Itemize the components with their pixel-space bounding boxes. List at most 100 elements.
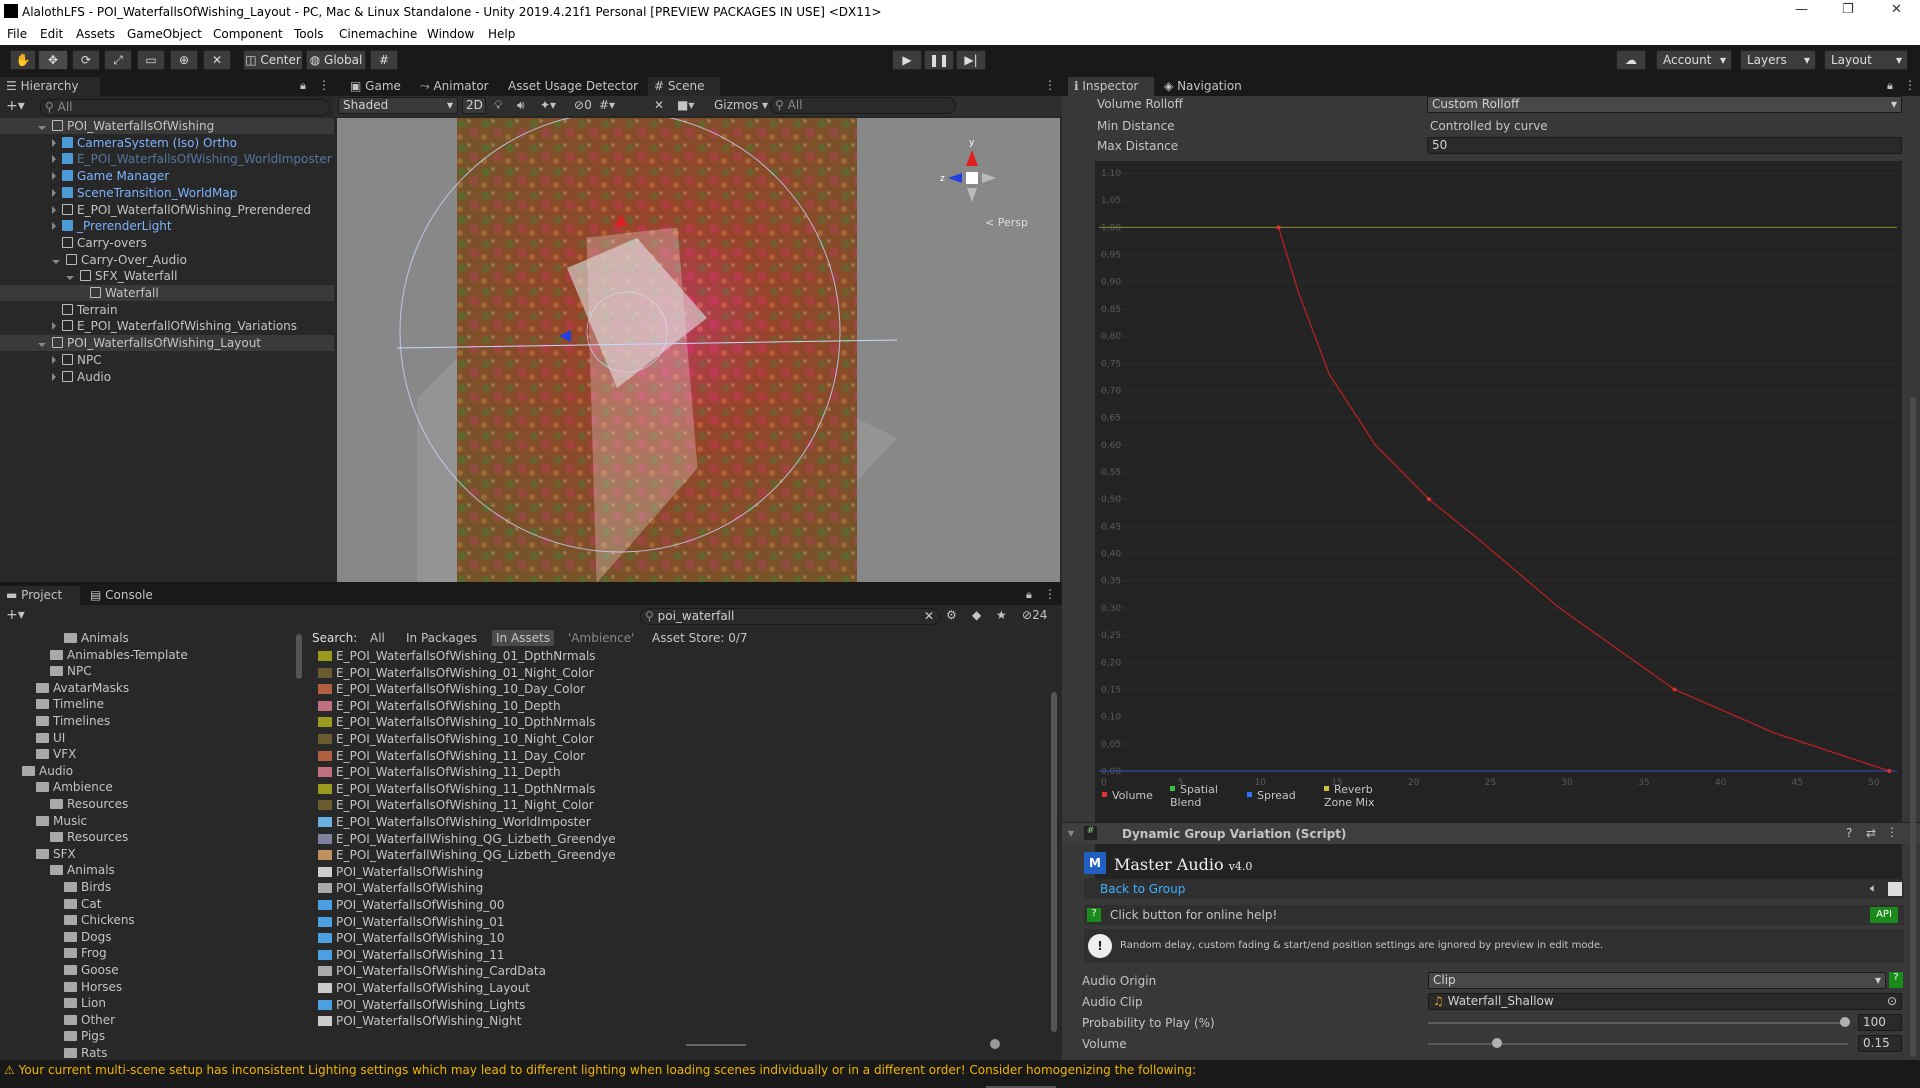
- gizmo-x-cone[interactable]: [982, 173, 996, 183]
- asset-result-item[interactable]: E_POI_WaterfallsOfWishing_10_Night_Color: [318, 731, 594, 747]
- project-folder-item[interactable]: Chickens: [64, 912, 135, 928]
- curve-keyframe[interactable]: [1887, 769, 1892, 773]
- back-to-group-link[interactable]: Back to Group: [1100, 882, 1185, 896]
- project-folder-item[interactable]: Goose: [64, 962, 119, 978]
- project-folder-item[interactable]: Animals: [50, 862, 115, 878]
- scope-ambience[interactable]: 'Ambience': [568, 631, 634, 645]
- legend-item[interactable]: Reverb Zone Mix: [1324, 783, 1388, 809]
- lighting-toggle-icon[interactable]: 💡︎: [494, 98, 502, 113]
- maximize-button[interactable]: ❐: [1842, 2, 1854, 17]
- asset-result-item[interactable]: E_POI_WaterfallsOfWishing_11_Day_Color: [318, 748, 585, 764]
- expand-arrow-right-icon[interactable]: [52, 138, 56, 147]
- favorite-star-icon[interactable]: ★: [996, 608, 1007, 622]
- hand-tool-button[interactable]: ✋: [10, 50, 36, 70]
- asset-result-item[interactable]: E_POI_WaterfallWishing_QG_Lizbeth_Greend…: [318, 831, 616, 847]
- asset-result-item[interactable]: POI_WaterfallsOfWishing_00: [318, 897, 504, 913]
- expand-arrow-right-icon[interactable]: [52, 205, 56, 214]
- presets-icon[interactable]: ⇄: [1866, 826, 1876, 840]
- hierarchy-item[interactable]: E_POI_WaterfallOfWishing_Prerendered: [0, 202, 334, 218]
- create-button[interactable]: +▾: [6, 98, 25, 114]
- zoom-slider-thumb[interactable]: [990, 1039, 1000, 1049]
- project-folder-item[interactable]: Music: [36, 813, 87, 829]
- expand-arrow-right-icon[interactable]: [52, 188, 56, 197]
- rotate-tool-button[interactable]: ⟳: [72, 50, 100, 70]
- api-button[interactable]: API: [1870, 907, 1898, 923]
- kebab-menu-icon[interactable]: ⋮: [1044, 78, 1056, 92]
- asset-result-item[interactable]: E_POI_WaterfallsOfWishing_01_Night_Color: [318, 665, 594, 681]
- project-search-input[interactable]: ⚲ poi_waterfall ✕: [640, 608, 940, 625]
- grid-toggle-icon[interactable]: #▾: [599, 98, 615, 112]
- gizmo-neg-y-cone[interactable]: [967, 188, 977, 202]
- account-dropdown[interactable]: Account ▾: [1656, 50, 1732, 70]
- tab-inspector[interactable]: ℹ Inspector: [1068, 77, 1154, 96]
- object-picker-icon[interactable]: ⊙: [1887, 994, 1897, 1009]
- expand-arrow-down-icon[interactable]: [38, 343, 46, 348]
- scope-in-assets[interactable]: In Assets: [492, 630, 555, 646]
- project-folder-item[interactable]: VFX: [36, 746, 76, 762]
- expand-arrow-right-icon[interactable]: [52, 355, 56, 364]
- project-folder-item[interactable]: Animables-Template: [50, 647, 188, 663]
- expand-arrow-down-icon[interactable]: [66, 276, 74, 281]
- tab-game[interactable]: ▣ Game: [344, 77, 401, 96]
- audio-origin-help-icon[interactable]: ?: [1889, 972, 1903, 988]
- hierarchy-item[interactable]: Waterfall: [0, 285, 334, 301]
- component-header[interactable]: ▾ # Dynamic Group Variation (Script) ? ⇄…: [1062, 822, 1920, 844]
- gizmos-dropdown[interactable]: Gizmos ▾: [714, 98, 768, 112]
- volume-input[interactable]: 0.15: [1858, 1035, 1902, 1052]
- hierarchy-item[interactable]: SFX_Waterfall: [0, 268, 334, 284]
- create-asset-button[interactable]: +▾: [6, 607, 25, 623]
- asset-result-item[interactable]: POI_WaterfallsOfWishing_CardData: [318, 963, 546, 979]
- expand-arrow-right-icon[interactable]: [52, 322, 56, 331]
- foldout-arrow-icon[interactable]: ▾: [1068, 826, 1074, 840]
- project-folder-item[interactable]: Other: [64, 1012, 115, 1028]
- hidden-objects-toggle[interactable]: ⊘0: [574, 98, 592, 112]
- kebab-menu-icon[interactable]: ⋮: [1044, 587, 1056, 601]
- kebab-menu-icon[interactable]: ⋮: [318, 78, 330, 92]
- asset-result-item[interactable]: POI_WaterfallsOfWishing_Lights: [318, 997, 525, 1013]
- grid-snap-button[interactable]: #: [370, 50, 398, 70]
- space-global-button[interactable]: ◍ Global: [306, 50, 366, 70]
- gizmo-z-cone[interactable]: [948, 173, 962, 183]
- asset-result-item[interactable]: POI_WaterfallsOfWishing_Layout: [318, 980, 530, 996]
- hierarchy-item[interactable]: Terrain: [0, 302, 334, 318]
- volume-slider-track[interactable]: [1428, 1043, 1848, 1045]
- close-button[interactable]: ✕: [1891, 2, 1902, 17]
- asset-result-item[interactable]: POI_WaterfallsOfWishing_Night: [318, 1013, 521, 1029]
- zoom-slider-track[interactable]: [686, 1044, 746, 1046]
- custom-tool-button[interactable]: ✕: [203, 50, 231, 70]
- project-folder-item[interactable]: NPC: [50, 663, 92, 679]
- project-folder-item[interactable]: AvatarMasks: [36, 680, 129, 696]
- asset-result-item[interactable]: E_POI_WaterfallsOfWishing_10_Day_Color: [318, 681, 585, 697]
- hierarchy-item[interactable]: Carry-overs: [0, 235, 334, 251]
- menu-gameobject[interactable]: GameObject: [127, 27, 202, 41]
- speaker-icon[interactable]: 🔈︎: [1870, 881, 1877, 896]
- asset-result-item[interactable]: E_POI_WaterfallWishing_QG_Lizbeth_Greend…: [318, 847, 616, 863]
- hierarchy-item[interactable]: POI_WaterfallsOfWishing: [0, 118, 334, 134]
- asset-result-item[interactable]: E_POI_WaterfallsOfWishing_01_DpthNrmals: [318, 648, 596, 664]
- asset-result-item[interactable]: E_POI_WaterfallsOfWishing_11_Night_Color: [318, 797, 594, 813]
- menu-help[interactable]: Help: [488, 27, 515, 41]
- volume-slider-thumb[interactable]: [1492, 1038, 1502, 1048]
- hierarchy-item[interactable]: POI_WaterfallsOfWishing_Layout: [0, 335, 334, 352]
- kebab-menu-icon[interactable]: ⋮: [1886, 825, 1898, 839]
- hierarchy-item[interactable]: NPC: [0, 352, 334, 368]
- cloud-button[interactable]: ☁: [1616, 50, 1646, 70]
- transform-tool-button[interactable]: ⊕: [170, 50, 198, 70]
- project-folder-item[interactable]: Cat: [64, 896, 101, 912]
- shading-dropdown[interactable]: Shaded ▾: [338, 97, 458, 114]
- tab-hierarchy[interactable]: ☰ Hierarchy: [0, 77, 100, 96]
- step-button[interactable]: ▶|: [956, 50, 986, 70]
- help-icon[interactable]: ?: [1846, 826, 1852, 840]
- scale-tool-button[interactable]: ⤢: [104, 50, 132, 70]
- project-folder-item[interactable]: Resources: [50, 829, 128, 845]
- project-folder-item[interactable]: Ambience: [36, 779, 113, 795]
- hierarchy-item[interactable]: E_POI_WaterfallOfWishing_Variations: [0, 318, 334, 334]
- pause-button[interactable]: ❚❚: [924, 50, 954, 70]
- project-folder-item[interactable]: Animals: [64, 630, 129, 646]
- legend-item[interactable]: Spatial Blend: [1170, 783, 1234, 809]
- layout-dropdown[interactable]: Layout ▾: [1824, 50, 1908, 70]
- asset-result-item[interactable]: E_POI_WaterfallsOfWishing_10_DpthNrmals: [318, 714, 596, 730]
- asset-result-item[interactable]: POI_WaterfallsOfWishing: [318, 864, 483, 880]
- scene-search-input[interactable]: ⚲ All: [770, 97, 956, 114]
- expand-arrow-right-icon[interactable]: [52, 172, 56, 181]
